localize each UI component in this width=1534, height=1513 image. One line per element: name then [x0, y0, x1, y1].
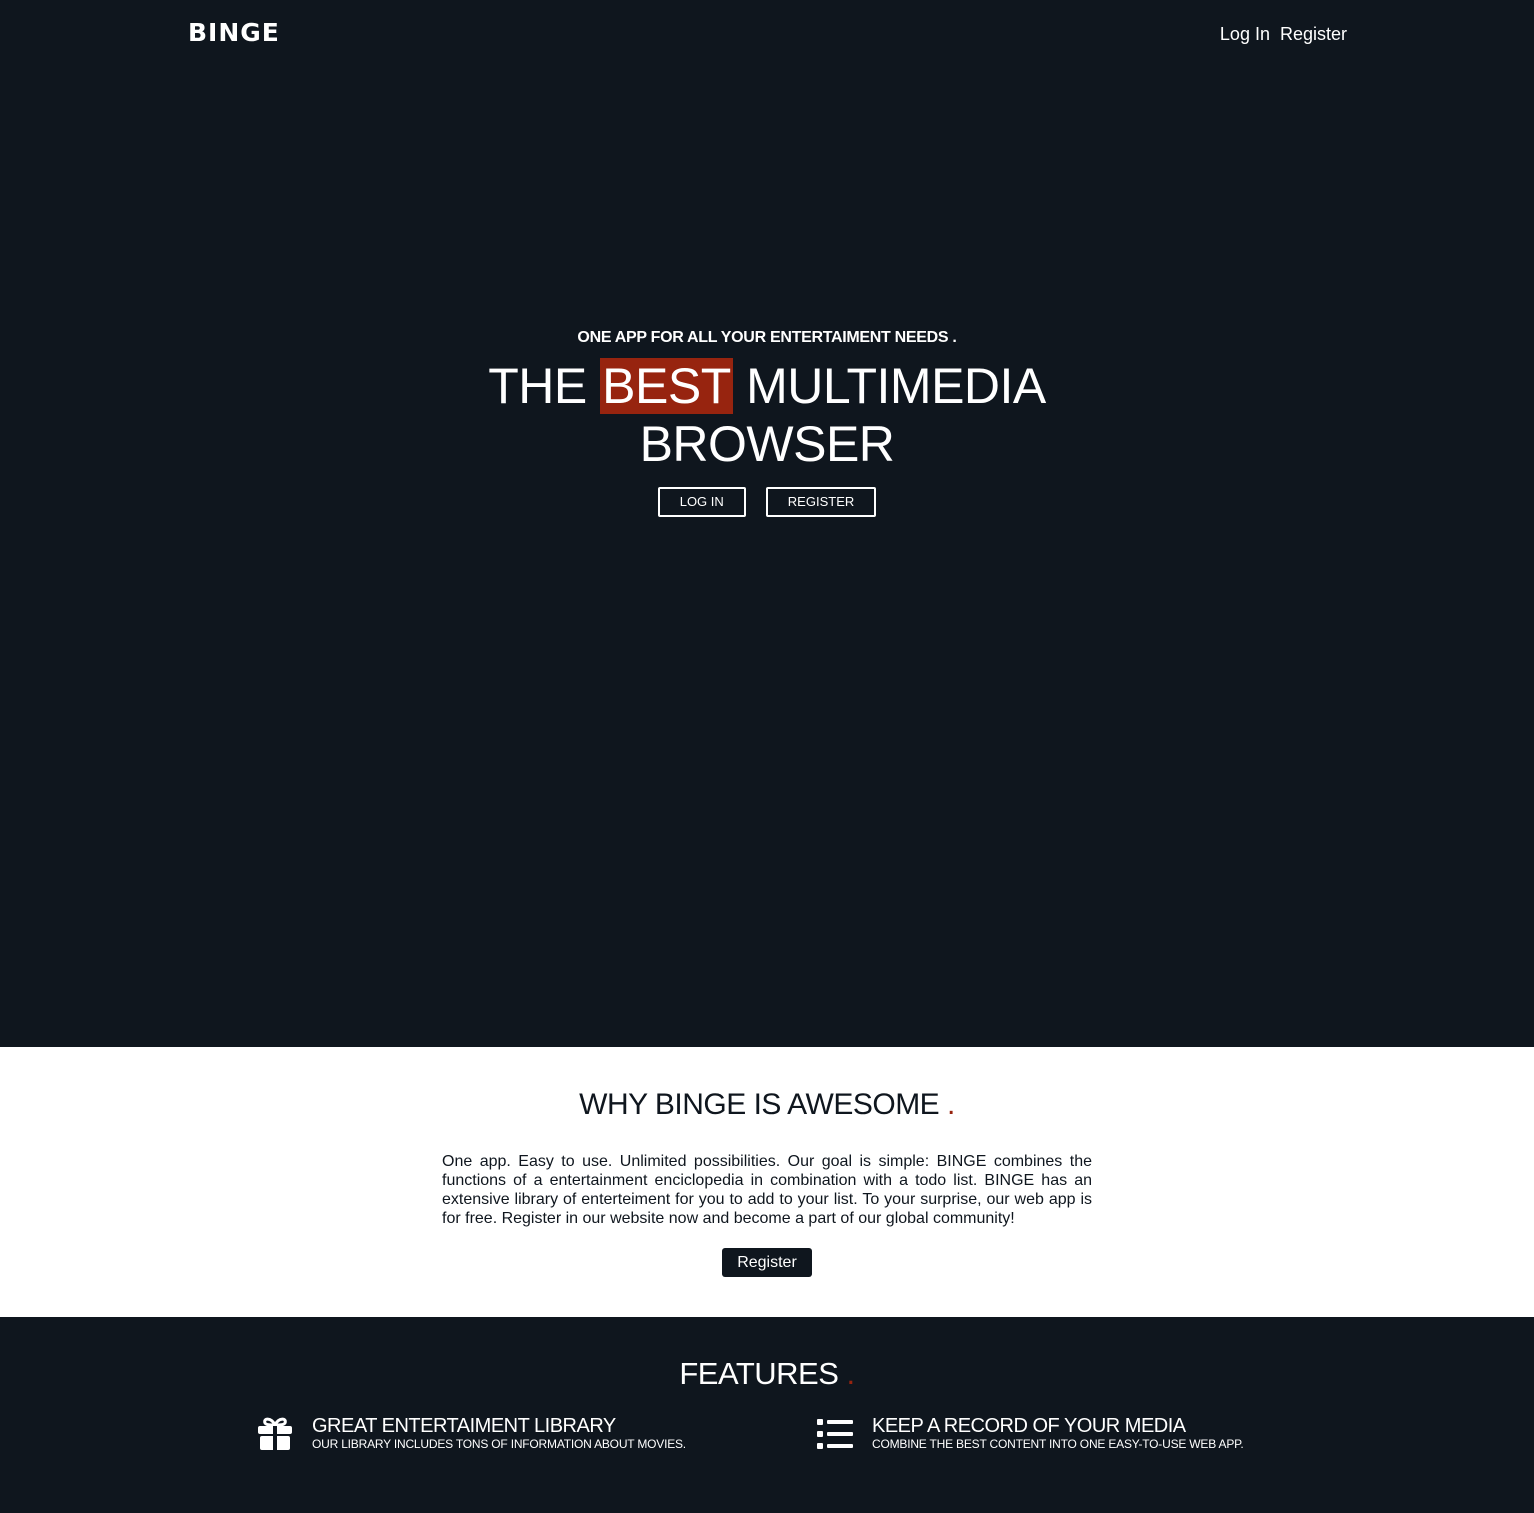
hero-login-button[interactable]: LOG IN — [657, 487, 746, 517]
feature-title-record: KEEP A RECORD OF YOUR MEDIA — [872, 1415, 1186, 1437]
hero-content: ONE APP FOR ALL YOUR ENTERTAIMENT NEEDS … — [0, 327, 1534, 517]
list-icon — [817, 1419, 853, 1449]
feature-desc-library: OUR LIBRARY INCLUDES TONS OF INFORMATION… — [312, 1437, 686, 1451]
hero-section: BINGE Log In Register ONE APP FOR ALL YO… — [0, 0, 1534, 1047]
nav-register-link[interactable]: Register — [1280, 24, 1347, 45]
feature-text-record: KEEP A RECORD OF YOUR MEDIA COMBINE THE … — [872, 1415, 1244, 1451]
nav-login-link[interactable]: Log In — [1220, 24, 1270, 45]
features-title-dot: . — [846, 1356, 856, 1391]
hero-title-highlight: BEST — [600, 358, 733, 414]
why-title: WHY BINGE IS AWESOME . — [0, 1087, 1534, 1123]
feature-item-record: KEEP A RECORD OF YOUR MEDIA COMBINE THE … — [817, 1415, 1244, 1451]
why-register-button[interactable]: Register — [722, 1248, 812, 1277]
hero-tagline: ONE APP FOR ALL YOUR ENTERTAIMENT NEEDS … — [577, 329, 957, 346]
hero-title-pre: THE — [488, 358, 601, 414]
why-title-text: WHY BINGE IS AWESOME — [579, 1088, 948, 1121]
features-title-text: FEATURES — [679, 1356, 847, 1391]
hero-buttons: LOG IN REGISTER — [0, 487, 1534, 517]
features-section: FEATURES . GREAT ENTERTAIMENT LIBRARY OU… — [0, 1317, 1534, 1513]
why-title-dot: . — [947, 1088, 955, 1121]
gift-icon — [258, 1417, 292, 1450]
feature-text-library: GREAT ENTERTAIMENT LIBRARY OUR LIBRARY I… — [312, 1415, 686, 1451]
top-nav: Log In Register — [1220, 24, 1347, 45]
feature-desc-record: COMBINE THE BEST CONTENT INTO ONE EASY-T… — [872, 1437, 1244, 1451]
site-logo[interactable]: BINGE — [188, 18, 280, 47]
features-title: FEATURES . — [0, 1356, 1534, 1392]
feature-title-library: GREAT ENTERTAIMENT LIBRARY — [312, 1415, 616, 1437]
feature-item-library: GREAT ENTERTAIMENT LIBRARY OUR LIBRARY I… — [257, 1415, 686, 1451]
hero-title: THE BEST MULTIMEDIA BROWSER — [467, 357, 1067, 473]
why-section: WHY BINGE IS AWESOME . One app. Easy to … — [0, 1047, 1534, 1317]
why-description: One app. Easy to use. Unlimited possibil… — [442, 1153, 1092, 1227]
hero-register-button[interactable]: REGISTER — [765, 487, 877, 517]
